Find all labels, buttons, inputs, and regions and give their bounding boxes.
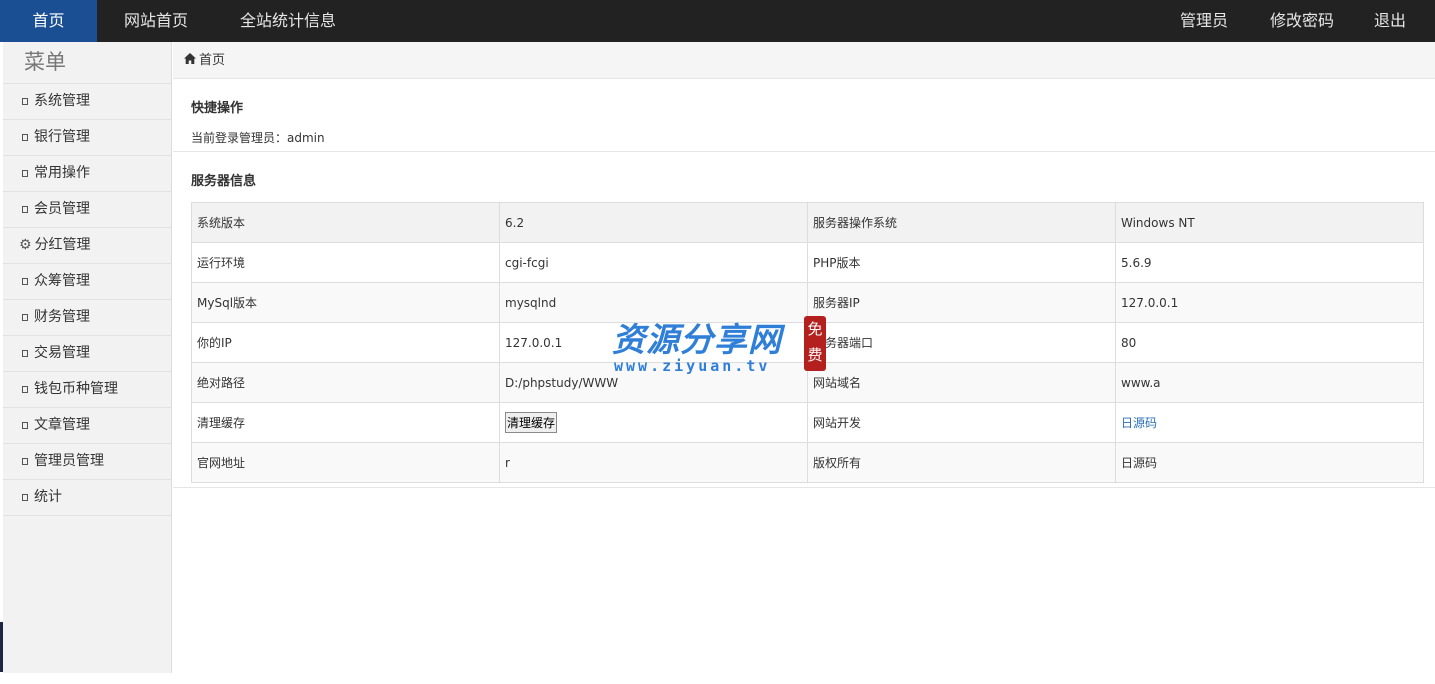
cell-label: 服务器操作系统 [807,202,1116,243]
cell-label: 版权所有 [807,442,1116,483]
sidebar-item-stats[interactable]: 统计 [3,480,171,516]
square-icon [22,278,28,285]
table-row: 运行环境 cgi-fcgi PHP版本 5.6.9 [191,242,1424,283]
cell-value: 80 [1115,322,1424,363]
nav-right: 管理员 修改密码 退出 [1159,0,1435,42]
server-info-section: 服务器信息 系统版本 6.2 服务器操作系统 Windows NT 运行环境 c… [173,152,1435,488]
square-icon [22,170,28,177]
table-row: 清理缓存 清理缓存 网站开发 日源码 [191,402,1424,443]
login-admin-text: 当前登录管理员：admin [191,131,325,145]
cell-value: Windows NT [1115,202,1424,243]
nav-left: 首页 网站首页 全站统计信息 [0,0,362,42]
main-content: 首页 快捷操作 当前登录管理员：admin 服务器信息 系统版本 6.2 服务器… [173,42,1435,684]
nav-admin[interactable]: 管理员 [1159,0,1249,42]
cell-value: 日源码 [1115,402,1424,443]
sidebar-item-members[interactable]: 会员管理 [3,192,171,228]
nav-home[interactable]: 首页 [0,0,97,42]
top-navbar: 首页 网站首页 全站统计信息 管理员 修改密码 退出 [0,0,1435,42]
sidebar-item-label: 管理员管理 [34,453,104,469]
square-icon [22,314,28,321]
sidebar-item-label: 分红管理 [34,237,91,253]
sidebar-item-bank[interactable]: 银行管理 [3,120,171,156]
square-icon [22,206,28,213]
square-icon [22,386,28,393]
cell-label: 服务器IP [807,282,1116,323]
sidebar-item-label: 众筹管理 [34,273,90,289]
cell-label: MySql版本 [191,282,500,323]
server-info-table: 系统版本 6.2 服务器操作系统 Windows NT 运行环境 cgi-fcg… [191,202,1424,483]
sidebar-item-label: 交易管理 [34,345,90,361]
sidebar-item-trade[interactable]: 交易管理 [3,336,171,372]
table-row: 你的IP 127.0.0.1 服务器端口 80 [191,322,1424,363]
square-icon [22,134,28,141]
sidebar-item-label: 会员管理 [34,201,90,217]
sidebar-item-articles[interactable]: 文章管理 [3,408,171,444]
breadcrumb: 首页 [173,42,1435,79]
cell-value: 127.0.0.1 [499,322,808,363]
sidebar-item-label: 常用操作 [34,165,90,181]
cell-value: www.a [1115,362,1424,403]
cell-value: cgi-fcgi [499,242,808,283]
cell-label: 运行环境 [191,242,500,283]
cell-value: D:/phpstudy/WWW [499,362,808,403]
clear-cache-button[interactable]: 清理缓存 [505,412,558,433]
cell-value: 6.2 [499,202,808,243]
sidebar-item-label: 财务管理 [34,309,90,325]
cell-label: 网站域名 [807,362,1116,403]
cell-value: 日源码 [1115,442,1424,483]
sidebar-item-common[interactable]: 常用操作 [3,156,171,192]
nav-change-password[interactable]: 修改密码 [1249,0,1355,42]
square-icon [22,422,28,429]
cell-label: 网站开发 [807,402,1116,443]
square-icon [22,494,28,501]
cell-value: mysqlnd [499,282,808,323]
cell-value: 清理缓存 [499,402,808,443]
cell-label: 你的IP [191,322,500,363]
sidebar: 菜单 系统管理 银行管理 常用操作 会员管理 ⚙ 分红管理 众筹管理 财务管理 交… [3,42,172,673]
cell-value: 5.6.9 [1115,242,1424,283]
sidebar-item-label: 钱包币种管理 [34,381,118,397]
sidebar-item-admins[interactable]: 管理员管理 [3,444,171,480]
server-info-title: 服务器信息 [191,174,257,189]
table-row: MySql版本 mysqlnd 服务器IP 127.0.0.1 [191,282,1424,323]
square-icon [22,458,28,465]
sidebar-item-label: 系统管理 [34,93,90,109]
sidebar-item-label: 文章管理 [34,417,90,433]
developer-link[interactable]: 日源码 [1121,416,1157,430]
cell-value: r [499,442,808,483]
sidebar-item-wallet[interactable]: 钱包币种管理 [3,372,171,408]
cell-label: 服务器端口 [807,322,1116,363]
cell-label: 官网地址 [191,442,500,483]
cell-label: 绝对路径 [191,362,500,403]
gear-icon: ⚙ [19,237,32,253]
home-icon [184,42,196,79]
cell-label: 系统版本 [191,202,500,243]
breadcrumb-home-link[interactable]: 首页 [199,42,225,79]
sidebar-item-system[interactable]: 系统管理 [3,84,171,120]
sidebar-item-crowdfunding[interactable]: 众筹管理 [3,264,171,300]
nav-logout[interactable]: 退出 [1355,0,1435,42]
quick-actions-title: 快捷操作 [191,101,244,116]
table-row: 绝对路径 D:/phpstudy/WWW 网站域名 www.a [191,362,1424,403]
cell-label: PHP版本 [807,242,1116,283]
sidebar-title: 菜单 [3,42,171,84]
sidebar-item-label: 统计 [34,489,62,505]
sidebar-item-dividends[interactable]: ⚙ 分红管理 [3,228,171,264]
sidebar-item-label: 银行管理 [34,129,90,145]
nav-site-stats[interactable]: 全站统计信息 [214,0,362,42]
nav-site-home[interactable]: 网站首页 [97,0,214,42]
square-icon [22,98,28,105]
sidebar-item-finance[interactable]: 财务管理 [3,300,171,336]
square-icon [22,350,28,357]
cell-label: 清理缓存 [191,402,500,443]
table-row: 官网地址 r 版权所有 日源码 [191,442,1424,483]
quick-actions-section: 快捷操作 当前登录管理员：admin [173,79,1435,152]
cell-value: 127.0.0.1 [1115,282,1424,323]
table-row: 系统版本 6.2 服务器操作系统 Windows NT [191,202,1424,243]
